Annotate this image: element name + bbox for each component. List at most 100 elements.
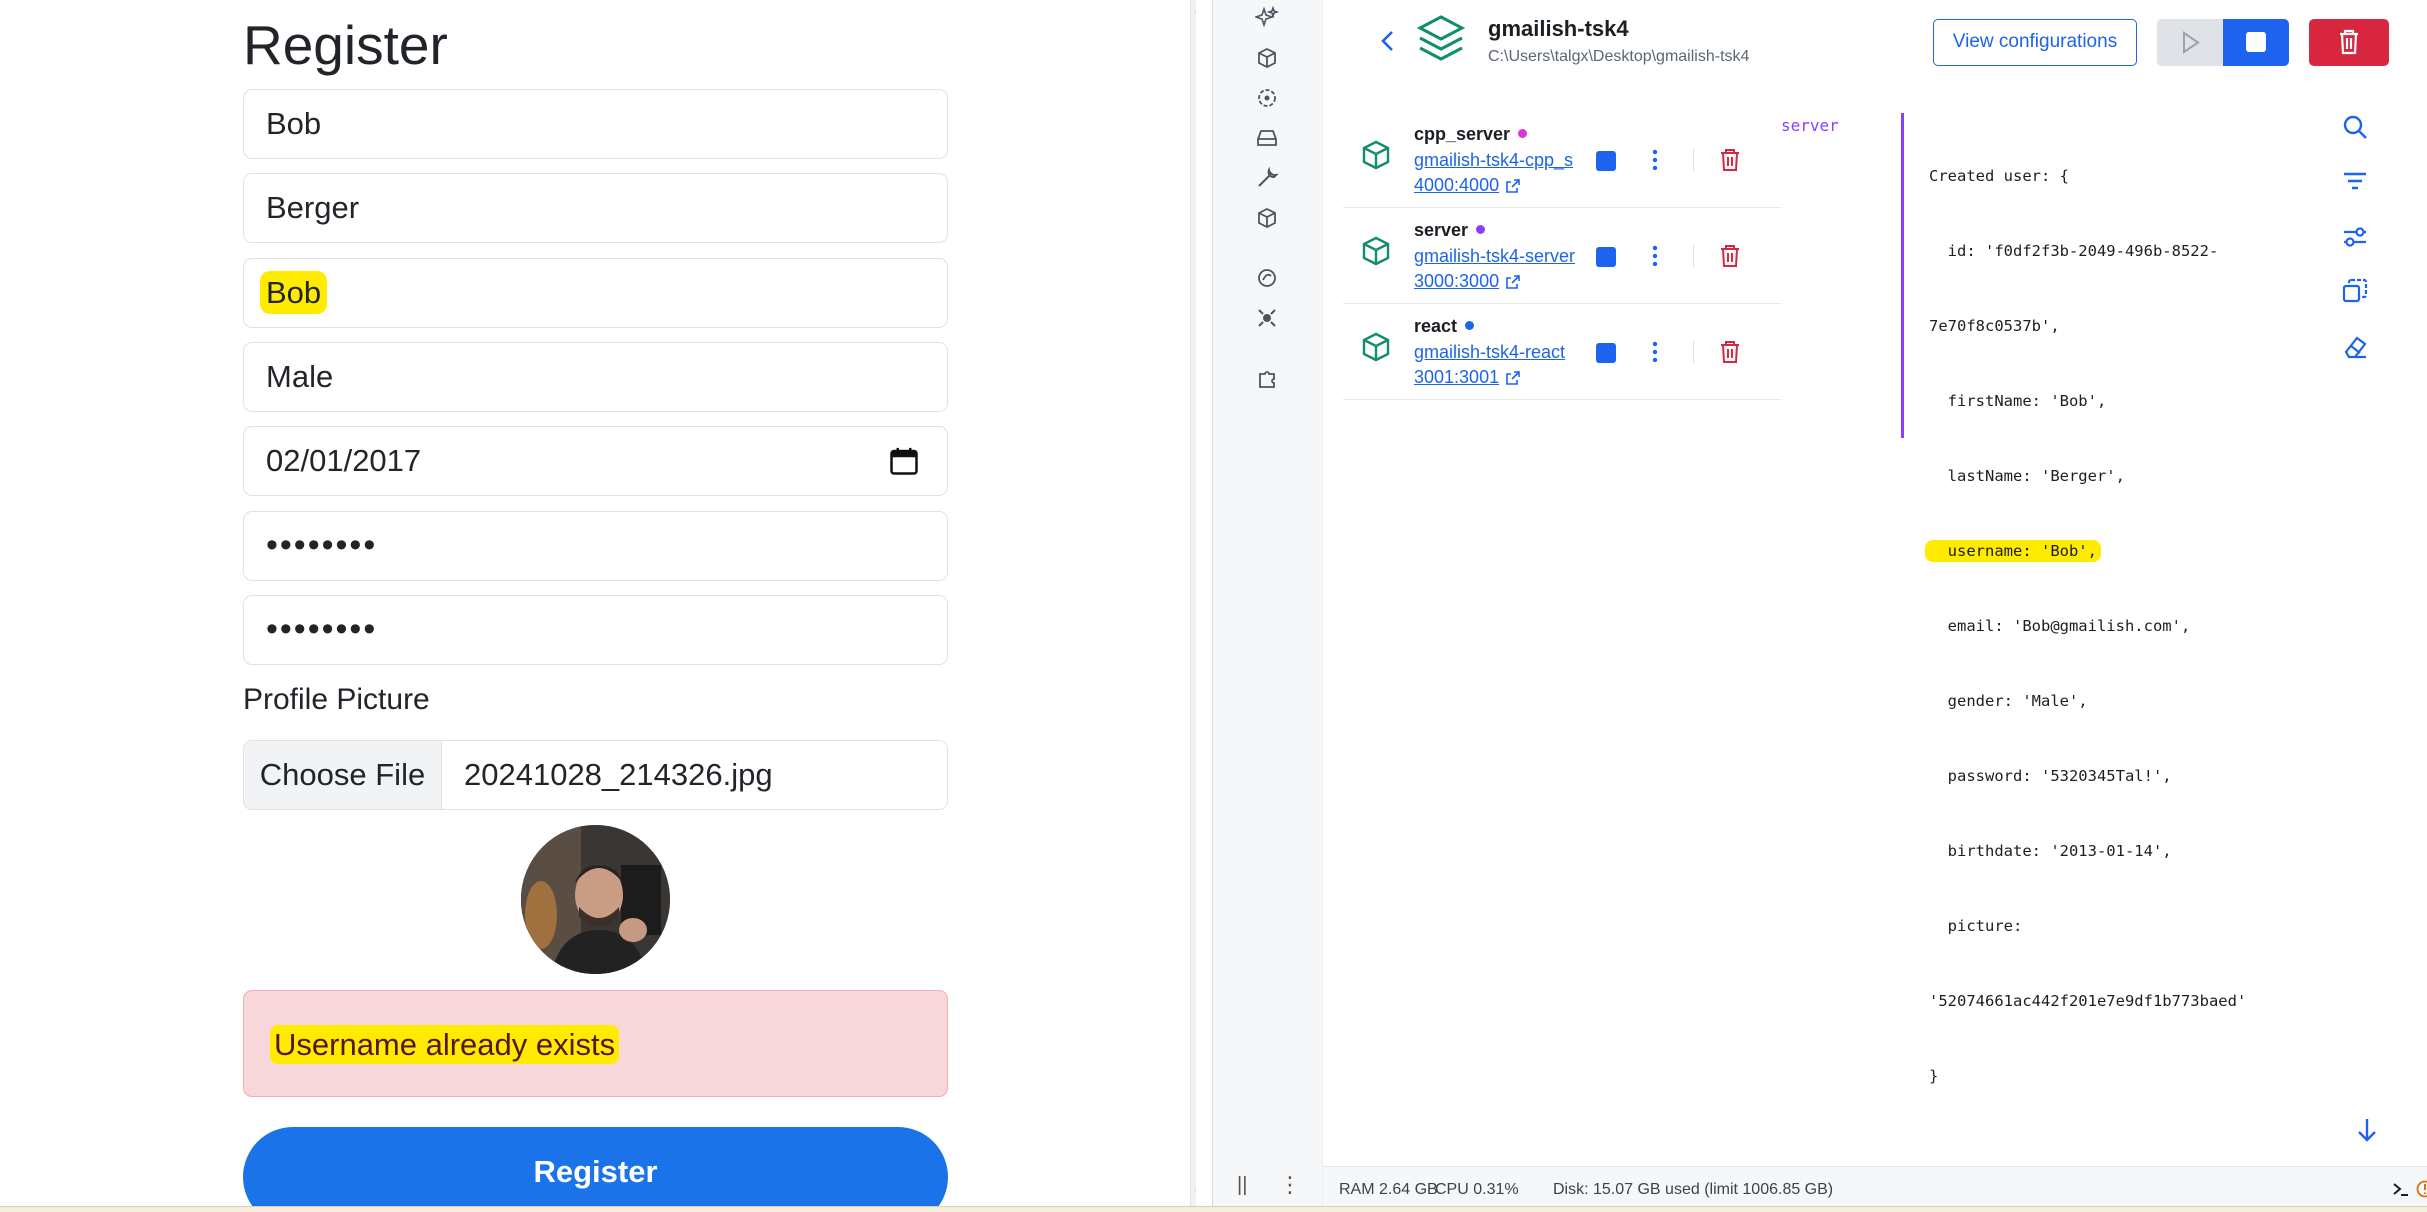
register-pane: Register Bob Berger Bob Male 02/01/2017 … <box>0 0 1196 1212</box>
log-line: gender: 'Male', <box>1929 692 2088 710</box>
filter-icon[interactable] <box>2340 166 2370 196</box>
scroll-to-bottom-icon[interactable] <box>2355 1116 2379 1144</box>
trash-icon[interactable] <box>1719 340 1741 364</box>
page-title: Register <box>243 14 448 76</box>
birthdate-value: 02/01/2017 <box>266 443 422 478</box>
gender-value: Male <box>266 359 334 394</box>
divider <box>1693 340 1694 364</box>
register-button[interactable]: Register <box>243 1127 948 1212</box>
container-stop-button[interactable] <box>1596 151 1616 171</box>
container-stop-button[interactable] <box>1596 343 1616 363</box>
container-link[interactable]: gmailish-tsk4-server <box>1414 246 1576 267</box>
project-name: gmailish-tsk4 <box>1488 16 1629 41</box>
port-link[interactable]: 4000:4000 <box>1414 175 1521 196</box>
eraser-icon[interactable] <box>2340 332 2370 362</box>
container-link[interactable]: gmailish-tsk4-react <box>1414 342 1576 363</box>
kebab-menu-icon[interactable] <box>1652 244 1658 268</box>
log-line-highlighted: username: 'Bob', <box>1925 539 2246 564</box>
kubernetes-icon[interactable] <box>1255 306 1279 330</box>
play-icon <box>2183 31 2200 54</box>
username-field[interactable]: Bob <box>243 258 948 328</box>
profile-picture-label: Profile Picture <box>243 683 430 716</box>
copy-icon[interactable] <box>2340 276 2370 306</box>
log-line: } <box>1929 1067 1939 1085</box>
log-line: firstName: 'Bob', <box>1929 392 2107 410</box>
first-name-value: Bob <box>266 106 322 141</box>
kebab-menu-icon[interactable] <box>1652 340 1658 364</box>
port-link[interactable]: 3001:3001 <box>1414 367 1521 388</box>
kebab-menu-icon[interactable] <box>1652 148 1658 172</box>
delete-button[interactable] <box>2309 19 2389 66</box>
notification-icon[interactable] <box>2415 1179 2427 1199</box>
settings-sliders-icon[interactable] <box>2340 222 2370 252</box>
birthdate-field[interactable]: 02/01/2017 <box>243 426 948 496</box>
error-alert: Username already exists <box>243 990 948 1097</box>
log-output: Created user: { id: 'f0df2f3b-2049-496b-… <box>1925 114 2246 1139</box>
ram-usage: RAM 2.64 GB <box>1339 1181 1438 1198</box>
extensions-icon[interactable] <box>1255 366 1279 390</box>
avatar-photo <box>521 825 670 974</box>
sparkle-icon[interactable] <box>1255 6 1279 30</box>
back-arrow-icon[interactable] <box>1377 28 1399 54</box>
volumes-icon[interactable] <box>1255 126 1279 150</box>
last-name-field[interactable]: Berger <box>243 173 948 243</box>
container-stop-button[interactable] <box>1596 247 1616 267</box>
container-icon <box>1362 140 1390 170</box>
error-message: Username already exists <box>270 1025 620 1064</box>
choose-file-button[interactable]: Choose File <box>244 741 442 809</box>
trash-icon <box>2340 29 2358 55</box>
builds-icon[interactable] <box>1255 206 1279 230</box>
disk-usage: Disk: 15.07 GB used (limit 1006.85 GB) <box>1553 1181 1834 1198</box>
log-line: id: 'f0df2f3b-2049-496b-8522- <box>1929 242 2219 260</box>
search-icon[interactable] <box>2340 112 2370 142</box>
more-icon[interactable]: ⋮ <box>1279 1172 1301 1198</box>
container-name: server <box>1414 220 1486 241</box>
log-line: lastName: 'Berger', <box>1929 467 2125 485</box>
password-field[interactable]: •••••••• <box>243 511 948 581</box>
images-icon[interactable] <box>1255 86 1279 110</box>
calendar-icon[interactable] <box>889 446 919 476</box>
container-link[interactable]: gmailish-tsk4-cpp_s <box>1414 150 1576 171</box>
wrench-icon[interactable] <box>1255 166 1279 190</box>
file-input[interactable]: Choose File 20241028_214326.jpg <box>243 740 948 810</box>
container-name: react <box>1414 316 1475 337</box>
status-dot <box>1476 225 1486 234</box>
container-row[interactable]: react gmailish-tsk4-react 3001:3001 <box>1343 304 1781 400</box>
trash-icon[interactable] <box>1719 244 1741 268</box>
stop-icon <box>2246 32 2266 52</box>
container-name: cpp_server <box>1414 124 1528 145</box>
cpu-usage: CPU 0.31% <box>1435 1181 1519 1198</box>
terminal-icon[interactable] <box>2391 1179 2411 1199</box>
confirm-password-field[interactable]: •••••••• <box>243 595 948 665</box>
scroll-up-icon[interactable] <box>1195 4 1196 13</box>
password-value: •••••••• <box>266 526 378 564</box>
containers-icon[interactable] <box>1255 46 1279 70</box>
status-dot <box>1518 129 1528 138</box>
trash-icon[interactable] <box>1719 148 1741 172</box>
view-configurations-button[interactable]: View configurations <box>1933 19 2137 66</box>
last-name-value: Berger <box>266 190 360 225</box>
first-name-field[interactable]: Bob <box>243 89 948 159</box>
container-row[interactable]: cpp_server gmailish-tsk4-cpp_s 4000:4000 <box>1343 112 1781 208</box>
gender-field[interactable]: Male <box>243 342 948 412</box>
divider <box>1693 148 1694 172</box>
taskbar-edge <box>0 1206 2427 1212</box>
log-line: birthdate: '2013-01-14', <box>1929 842 2172 860</box>
scrollbar-track[interactable] <box>1190 0 1196 1212</box>
log-line: 7e70f8c0537b', <box>1929 317 2060 335</box>
port-link[interactable]: 3000:3000 <box>1414 271 1521 292</box>
log-source-tag: server <box>1781 116 1839 135</box>
container-icon <box>1362 236 1390 266</box>
container-row[interactable]: server gmailish-tsk4-server 3000:3000 <box>1343 208 1781 304</box>
avatar <box>521 825 670 974</box>
start-button[interactable] <box>2157 19 2223 66</box>
external-link-icon <box>1506 275 1520 289</box>
scout-icon[interactable] <box>1255 266 1279 290</box>
log-line: Created user: { <box>1929 167 2069 185</box>
log-group-bar <box>1901 113 1904 438</box>
compose-stack-icon <box>1416 15 1466 61</box>
scroll-down-icon[interactable] <box>1195 1190 1196 1199</box>
log-line: password: '5320345Tal!', <box>1929 767 2172 785</box>
pause-icon[interactable]: || <box>1237 1174 1247 1197</box>
stop-button[interactable] <box>2223 19 2289 66</box>
